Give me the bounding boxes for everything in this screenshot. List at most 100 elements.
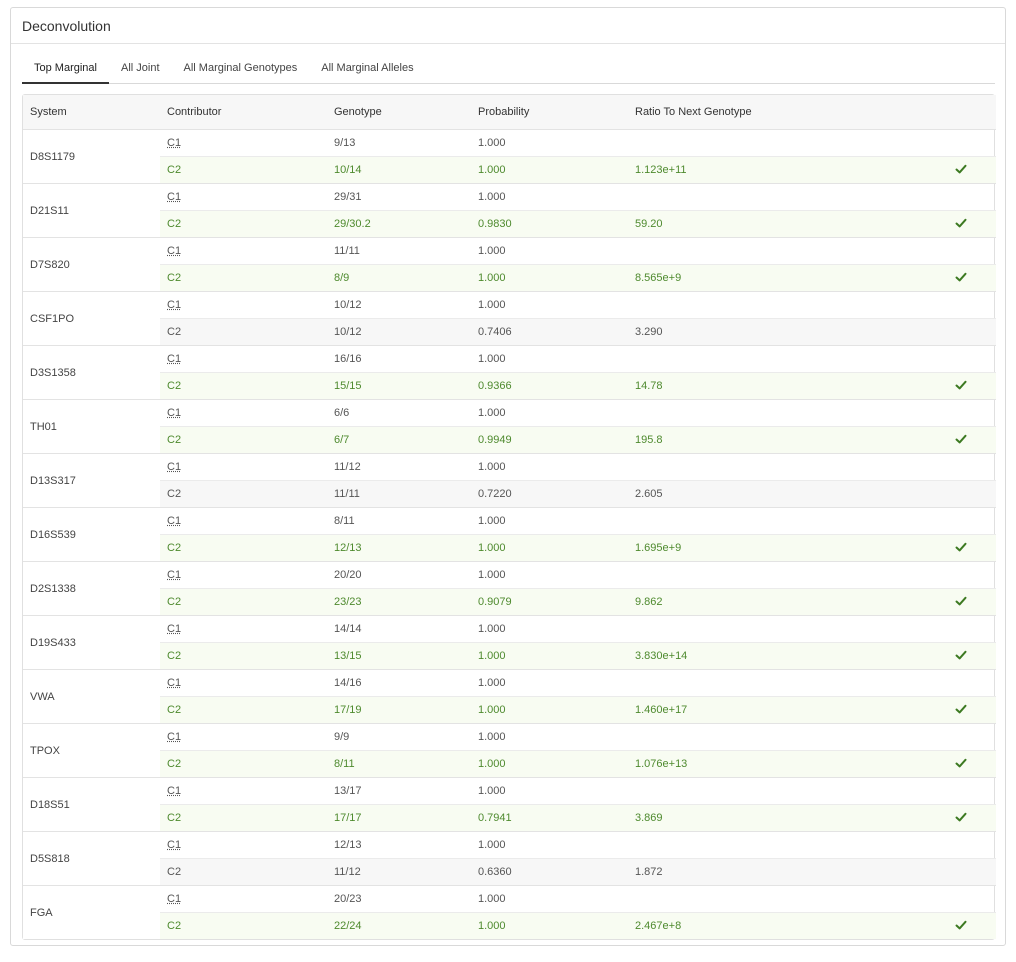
contributor-cell-text[interactable]: C1: [167, 245, 181, 257]
ratio-cell-text: 1.872: [635, 866, 663, 878]
ratio-cell: 195.8: [628, 426, 918, 454]
ratio-cell: [628, 615, 918, 643]
column-header-probability[interactable]: Probability: [471, 95, 628, 130]
column-header-system[interactable]: System: [23, 95, 160, 130]
probability-cell-text: 1.000: [478, 272, 506, 284]
ratio-cell-text: 3.830e+14: [635, 650, 688, 662]
contributor-cell-text[interactable]: C1: [167, 677, 181, 689]
system-cell: FGA: [23, 885, 160, 939]
tab-all-marginal-alleles[interactable]: All Marginal Alleles: [309, 56, 425, 83]
probability-cell-text: 1.000: [478, 542, 506, 554]
tab-all-joint[interactable]: All Joint: [109, 56, 172, 83]
ratio-cell-text: 2.605: [635, 488, 663, 500]
genotype-cell: 11/11: [327, 237, 471, 265]
ratio-cell-text: 1.076e+13: [635, 758, 688, 770]
check-icon: [955, 542, 966, 551]
system-cell: CSF1PO: [23, 291, 160, 346]
contributor-cell-text[interactable]: C1: [167, 299, 181, 311]
status-cell: [918, 804, 996, 832]
ratio-cell: 3.830e+14: [628, 642, 918, 670]
system-cell: D18S51: [23, 777, 160, 832]
contributor-cell-text[interactable]: C1: [167, 137, 181, 149]
contributor-cell-text[interactable]: C1: [167, 785, 181, 797]
genotype-cell: 11/12: [327, 453, 471, 481]
genotype-cell: 12/13: [327, 534, 471, 562]
probability-cell: 1.000: [471, 561, 628, 589]
contributor-cell: C1: [160, 345, 327, 373]
probability-cell-text: 1.000: [478, 650, 506, 662]
status-cell: [918, 345, 996, 373]
contributor-cell-text[interactable]: C1: [167, 839, 181, 851]
column-header-genotype[interactable]: Genotype: [327, 95, 471, 130]
table-row: D5S818 C1 12/13 1.000: [23, 831, 996, 886]
contributor-cell-text[interactable]: C1: [167, 569, 181, 581]
table-row: C2 17/17 0.7941 3.869: [23, 804, 996, 832]
genotype-cell-text: 22/24: [334, 920, 362, 932]
tab-top-marginal[interactable]: Top Marginal: [22, 56, 109, 84]
probability-cell: 1.000: [471, 534, 628, 562]
probability-cell-text: 0.9949: [478, 434, 512, 446]
probability-cell-text: 0.9366: [478, 380, 512, 392]
genotype-cell-text: 14/16: [334, 677, 362, 689]
status-cell: [918, 507, 996, 535]
contributor-cell: C1: [160, 399, 327, 427]
check-icon: [955, 164, 966, 173]
probability-cell: 0.7406: [471, 318, 628, 346]
tab-all-marginal-genotypes[interactable]: All Marginal Genotypes: [172, 56, 310, 83]
genotype-cell: 17/19: [327, 696, 471, 724]
probability-cell-text: 1.000: [478, 731, 506, 743]
genotype-cell-text: 10/12: [334, 299, 362, 311]
contributor-cell: C2: [160, 642, 327, 670]
ratio-cell: 9.862: [628, 588, 918, 616]
ratio-cell-text: 9.862: [635, 596, 663, 608]
table-row: C2 11/11 0.7220 2.605: [23, 480, 996, 508]
probability-cell-text: 1.000: [478, 623, 506, 635]
contributor-cell-text[interactable]: C1: [167, 893, 181, 905]
probability-cell-text: 1.000: [478, 191, 506, 203]
contributor-cell-text[interactable]: C1: [167, 407, 181, 419]
contributor-cell: C1: [160, 291, 327, 319]
ratio-cell: [628, 669, 918, 697]
contributor-cell-text: C2: [167, 218, 182, 230]
column-header-ratio[interactable]: Ratio To Next Genotype: [628, 95, 918, 130]
table-row: C2 15/15 0.9366 14.78: [23, 372, 996, 400]
contributor-cell-text[interactable]: C1: [167, 461, 181, 473]
ratio-cell: 1.872: [628, 858, 918, 886]
contributor-cell: C1: [160, 129, 327, 157]
contributor-cell-text[interactable]: C1: [167, 353, 181, 365]
genotype-cell-text: 10/12: [334, 326, 362, 338]
system-cell: D21S11: [23, 183, 160, 238]
genotype-cell-text: 29/30.2: [334, 218, 371, 230]
status-cell: [918, 237, 996, 265]
system-cell: D13S317: [23, 453, 160, 508]
ratio-cell: [628, 723, 918, 751]
ratio-cell: 14.78: [628, 372, 918, 400]
genotype-cell: 13/17: [327, 777, 471, 805]
genotype-cell: 22/24: [327, 912, 471, 939]
table-row: C2 17/19 1.000 1.460e+17: [23, 696, 996, 724]
probability-cell-text: 1.000: [478, 515, 506, 527]
ratio-cell-text: 3.290: [635, 326, 663, 338]
ratio-cell: 1.695e+9: [628, 534, 918, 562]
deconvolution-table: System Contributor Genotype Probability …: [22, 94, 996, 940]
genotype-cell-text: 6/7: [334, 434, 350, 446]
check-icon: [955, 272, 966, 281]
probability-cell-text: 1.000: [478, 785, 506, 797]
table-row: D7S820 C1 11/11 1.000: [23, 237, 996, 292]
probability-cell-text: 0.6360: [478, 866, 512, 878]
check-icon: [955, 434, 966, 443]
system-cell: TH01: [23, 399, 160, 454]
contributor-cell-text: C2: [167, 920, 182, 932]
column-header-contributor[interactable]: Contributor: [160, 95, 327, 130]
probability-cell: 1.000: [471, 291, 628, 319]
probability-cell: 0.9830: [471, 210, 628, 238]
table-row: C2 6/7 0.9949 195.8: [23, 426, 996, 454]
contributor-cell-text[interactable]: C1: [167, 515, 181, 527]
probability-cell: 1.000: [471, 750, 628, 778]
ratio-cell: [628, 129, 918, 157]
contributor-cell-text[interactable]: C1: [167, 731, 181, 743]
probability-cell-text: 1.000: [478, 893, 506, 905]
contributor-cell-text[interactable]: C1: [167, 623, 181, 635]
probability-cell-text: 1.000: [478, 704, 506, 716]
contributor-cell-text[interactable]: C1: [167, 191, 181, 203]
